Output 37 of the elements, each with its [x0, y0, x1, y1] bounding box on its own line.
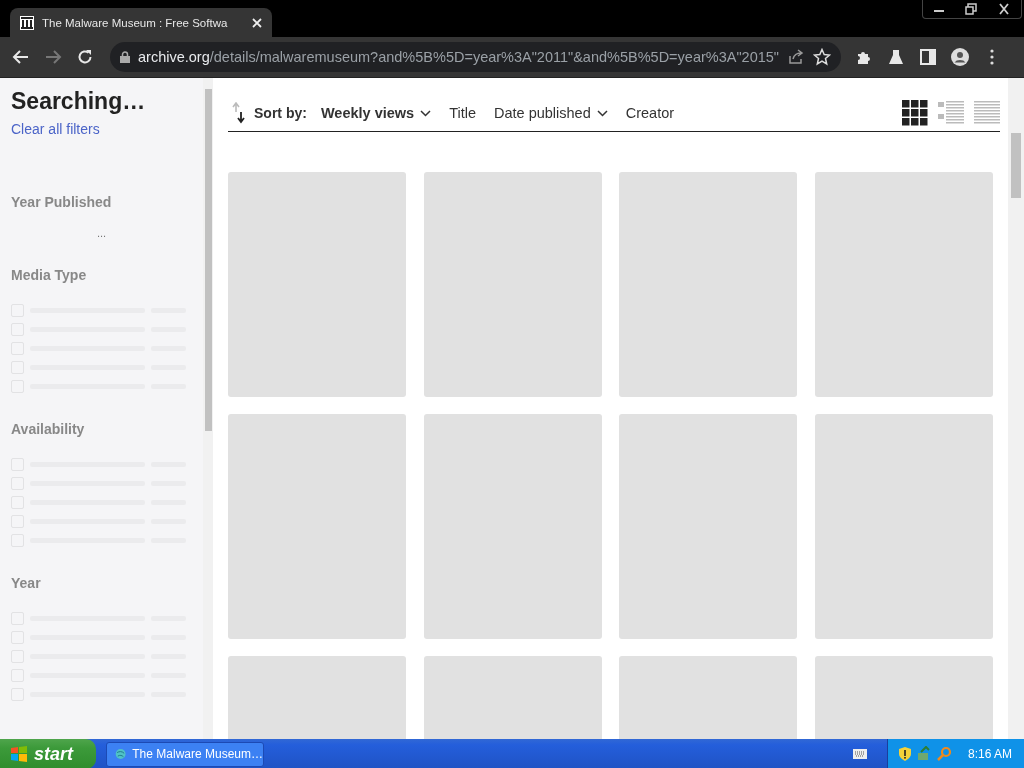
scrollbar-thumb[interactable]: [205, 89, 212, 431]
close-icon[interactable]: [252, 17, 262, 28]
back-icon[interactable]: [12, 48, 30, 66]
sort-direction-icon[interactable]: [232, 102, 246, 124]
page-heading: Searching…: [11, 88, 147, 115]
facet-title[interactable]: Availability: [11, 421, 192, 437]
loading-dots: ...: [95, 228, 108, 239]
taskbar-button[interactable]: The Malware Museum…: [106, 741, 264, 767]
sort-label: Sort by:: [254, 105, 307, 121]
windows-logo-icon: [10, 745, 28, 763]
reload-icon[interactable]: [76, 48, 94, 66]
globe-icon: [115, 746, 127, 762]
shield-icon[interactable]: [897, 746, 912, 762]
side-panel-icon[interactable]: [918, 48, 937, 66]
address-bar[interactable]: archive.org/details/malwaremuseum?and%5B%5D=year%3A"2011"&and%5B%5D=year%3A"2015": [110, 42, 841, 72]
facet-title[interactable]: Year: [11, 575, 192, 591]
sort-option[interactable]: Weekly views: [320, 105, 442, 121]
star-icon[interactable]: [812, 48, 831, 66]
scrollbar-thumb[interactable]: [1011, 133, 1021, 198]
url-text: archive.org/details/malwaremuseum?and%5B%5D=year%3A"2011"&and%5B%5D=year%3A"2015": [138, 49, 779, 65]
forward-icon[interactable]: [44, 48, 62, 66]
start-button[interactable]: start: [0, 739, 96, 768]
sort-option[interactable]: Creator: [625, 105, 685, 121]
keyboard-icon[interactable]: [852, 749, 867, 759]
clock: 8:16 AM: [967, 747, 1012, 761]
sort-option[interactable]: Title: [449, 105, 486, 121]
facet-title[interactable]: Year Published: [11, 194, 192, 210]
clear-filters-link[interactable]: Clear all filters: [11, 121, 100, 137]
flask-icon[interactable]: [886, 48, 905, 66]
lock-icon: [120, 51, 130, 63]
grid-view-icon[interactable]: [902, 100, 928, 126]
sort-option[interactable]: Date published: [494, 105, 618, 121]
profile-icon[interactable]: [950, 48, 969, 66]
museum-icon: [20, 15, 34, 30]
share-icon[interactable]: [786, 48, 805, 66]
facet-title[interactable]: Media Type: [11, 267, 192, 283]
browser-tab[interactable]: The Malware Museum : Free Softwa: [10, 8, 272, 37]
